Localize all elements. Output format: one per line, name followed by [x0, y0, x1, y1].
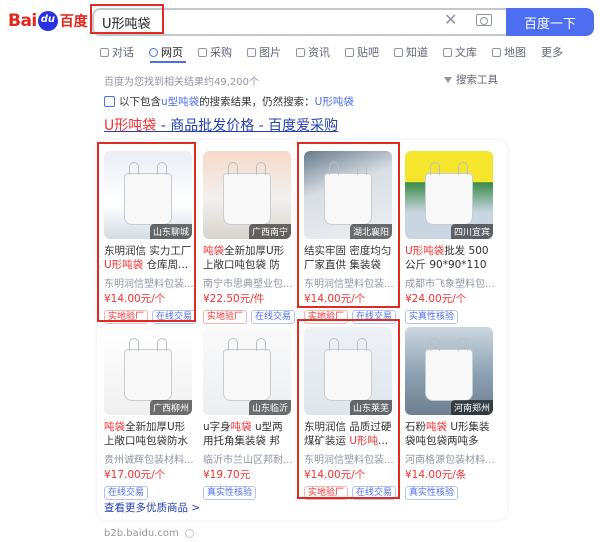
search-icon [149, 47, 158, 57]
product-item[interactable]: 四川宜宾 U形吨袋批发 500公斤 90*90*110 加厚... 成都市飞象塑… [405, 151, 495, 324]
product-name[interactable]: 吨袋全新加厚U形上敞口吨包袋 防水... [203, 244, 293, 272]
active-tab-underline [150, 61, 186, 63]
badge: 在线交易 [104, 486, 149, 500]
product-company[interactable]: 河南格源包装材料... [405, 451, 495, 464]
product-company[interactable]: 成都市飞象塑料包... [405, 275, 495, 288]
tab-map[interactable]: 地图 [492, 44, 526, 60]
site-source[interactable]: b2b.baidu.com [104, 528, 194, 539]
news-icon [296, 47, 305, 57]
highlight-box [297, 142, 400, 308]
product-item[interactable]: 山东临沂 u字身吨袋 u型两用托角集装袋 邦耐... 临沂市兰山区邦耐... ¥… [203, 327, 293, 500]
badge: 实真性核验 [405, 310, 459, 324]
product-company[interactable]: 临沂市兰山区邦耐... [203, 451, 293, 464]
product-price: ¥22.50元/件 [203, 293, 265, 305]
paw-icon [37, 11, 58, 31]
tab-images[interactable]: 图片 [247, 44, 281, 60]
result-count: 百度为您找到相关结果约49,200个 [104, 77, 259, 88]
product-price: ¥19.70元 [203, 469, 251, 481]
product-name[interactable]: 吨袋全新加厚U形上敞口吨包袋防水防... [104, 420, 194, 448]
site-info-icon[interactable] [184, 529, 194, 538]
chat-icon [100, 47, 109, 57]
product-price: ¥24.00元/个 [405, 293, 467, 305]
tab-chat[interactable]: 对话 [100, 44, 134, 60]
camera-icon[interactable] [476, 14, 492, 26]
info-icon [104, 96, 115, 107]
tab-web[interactable]: 网页 [149, 44, 183, 60]
tab-tieba[interactable]: 贴吧 [345, 44, 379, 60]
search-tools-button[interactable]: 搜索工具 [444, 72, 498, 87]
product-image[interactable]: 山东临沂 [203, 327, 291, 415]
clear-icon[interactable]: ✕ [444, 12, 457, 28]
product-item[interactable]: 河南郑州 石粉吨袋 U形集装袋吨包袋两吨多种... 河南格源包装材料... ¥1… [405, 327, 495, 500]
product-price: ¥14.00元/条 [405, 469, 467, 481]
badge: 真实性核验 [203, 486, 257, 500]
tab-wenku[interactable]: 文库 [443, 44, 477, 60]
original-query-link[interactable]: U形吨袋 [315, 94, 354, 109]
product-company[interactable]: 贵州诚辉包装材料... [104, 451, 194, 464]
search-tabs: 对话 网页 采购 图片 资讯 贴吧 知道 文库 地图 更多 [100, 44, 578, 60]
badge: 在线交易 [251, 310, 296, 324]
product-item[interactable]: 广西柳州 吨袋全新加厚U形上敞口吨包袋防水防... 贵州诚辉包装材料... ¥1… [104, 327, 194, 500]
document-icon [443, 47, 452, 57]
product-item[interactable]: 广西南宁 吨袋全新加厚U形上敞口吨包袋 防水... 南宁市思典塑业包... ¥2… [203, 151, 296, 324]
badge: 实地验厂 [203, 310, 248, 324]
header: Bai 百度 ✕ 百度一下 [0, 0, 600, 40]
highlight-box [97, 142, 196, 322]
tieba-icon [345, 47, 354, 57]
product-name[interactable]: U形吨袋批发 500公斤 90*90*110 加厚... [405, 244, 495, 272]
tab-news[interactable]: 资讯 [296, 44, 330, 60]
more-products-link[interactable]: 查看更多优质商品 > [104, 500, 200, 515]
query-correction-notice: 以下包含 u型吨袋 的搜索结果，仍然搜索： U形吨袋 [104, 94, 354, 109]
image-icon [247, 47, 256, 57]
cart-icon [198, 47, 207, 57]
question-icon [394, 47, 403, 57]
product-price: ¥17.00元/个 [104, 469, 166, 481]
product-image[interactable]: 河南郑州 [405, 327, 493, 415]
result-title-link[interactable]: U形吨袋 - 商品批发价格 - 百度爱采购 [104, 115, 338, 135]
search-button[interactable]: 百度一下 [506, 8, 594, 36]
map-icon [492, 47, 501, 57]
funnel-icon [444, 76, 452, 83]
baidu-logo[interactable]: Bai 百度 [8, 9, 88, 33]
product-name[interactable]: u字身吨袋 u型两用托角集装袋 邦耐... [203, 420, 293, 448]
tab-more[interactable]: 更多 [541, 44, 563, 60]
product-company[interactable]: 南宁市思典塑业包... [203, 275, 293, 288]
tab-zhidao[interactable]: 知道 [394, 44, 428, 60]
product-image[interactable]: 广西南宁 [203, 151, 291, 239]
tab-purchase[interactable]: 采购 [198, 44, 232, 60]
product-image[interactable]: 四川宜宾 [405, 151, 493, 239]
product-name[interactable]: 石粉吨袋 U形集装袋吨包袋两吨多种... [405, 420, 495, 448]
badge: 真实性核验 [405, 486, 459, 500]
highlight-box [297, 319, 400, 499]
product-image[interactable]: 广西柳州 [104, 327, 192, 415]
query-highlight-box [90, 4, 164, 34]
